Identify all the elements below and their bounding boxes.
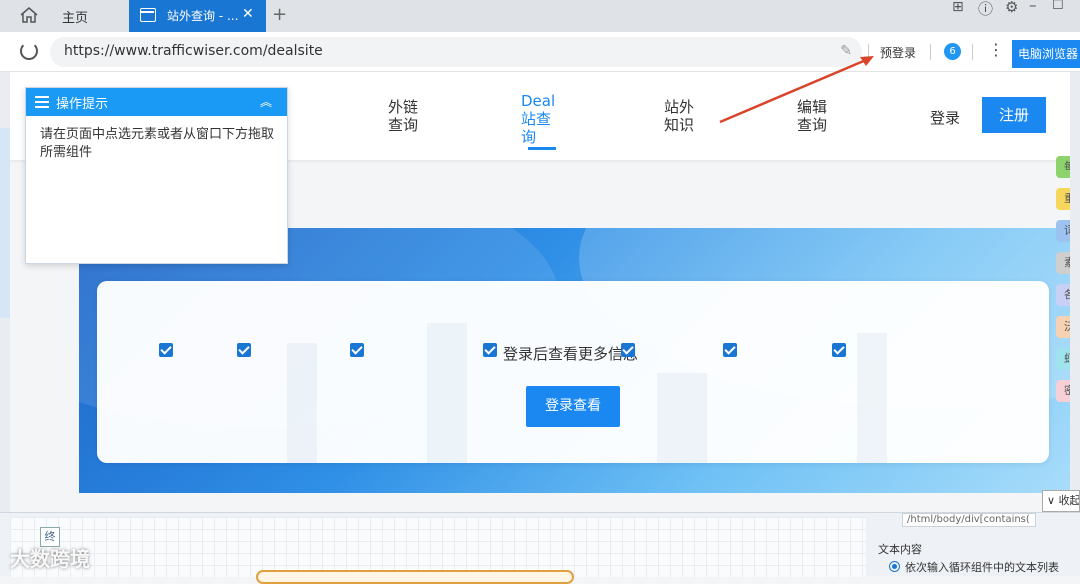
loop-text-radio[interactable] xyxy=(889,561,900,572)
city-silhouette xyxy=(427,323,467,463)
nav-line: 站查 xyxy=(521,110,552,128)
tip-panel-title: 操作提示 xyxy=(56,97,109,112)
browser-tab-bar: 主页 站外查询 - ... ✕ + ⊞ ⓘ ⚙ – ☐ xyxy=(0,0,1080,32)
left-panel-strip xyxy=(0,72,10,512)
nav-editor-query[interactable]: 编辑 查询 xyxy=(797,98,827,134)
city-silhouette xyxy=(657,373,707,463)
watermark-logo: 大数跨境 xyxy=(10,547,90,571)
edit-icon[interactable]: ✎ xyxy=(840,43,852,59)
list-icon xyxy=(35,96,49,108)
nav-line: 外链 xyxy=(388,98,419,116)
side-tag[interactable]: 素 xyxy=(1056,252,1070,274)
workflow-node[interactable] xyxy=(256,570,574,584)
right-panel-strip xyxy=(1070,72,1080,512)
checkbox[interactable] xyxy=(159,343,173,357)
side-tag[interactable]: 每日 xyxy=(1056,156,1070,178)
checkbox[interactable] xyxy=(483,343,497,357)
loop-text-radio-label: 依次输入循环组件中的文本列表 xyxy=(905,561,1059,574)
tip-panel-body: 请在页面中点选元素或者从窗口下方拖取所需组件 xyxy=(40,127,275,160)
nav-backlink-query[interactable]: 外链 查询 xyxy=(388,98,418,134)
tab-active-label: 站外查询 - ... xyxy=(167,9,239,23)
prelogin-button[interactable]: 预登录 xyxy=(880,44,916,61)
tip-panel-header: 操作提示 ︽ xyxy=(26,88,287,116)
minimize-icon[interactable]: – xyxy=(1029,0,1037,14)
side-tag[interactable]: 虾 xyxy=(1056,348,1070,370)
pc-browser-button[interactable]: 电脑浏览器 xyxy=(1012,40,1080,68)
side-tag[interactable]: 词 xyxy=(1056,220,1070,242)
operation-tip-panel: 操作提示 ︽ 请在页面中点选元素或者从窗口下方拖取所需组件 xyxy=(25,87,288,264)
collapse-up-icon[interactable]: ︽ xyxy=(260,93,272,110)
checkbox[interactable] xyxy=(723,343,737,357)
tab-home-label: 主页 xyxy=(62,11,89,26)
login-view-button[interactable]: 登录查看 xyxy=(526,386,620,427)
side-tag[interactable]: 重要 xyxy=(1056,188,1070,210)
city-silhouette xyxy=(287,343,317,463)
text-content-label: 文本内容 xyxy=(878,543,922,556)
nav-offsite-knowledge[interactable]: 站外 知识 xyxy=(664,98,694,134)
nav-line: 查询 xyxy=(388,116,419,134)
nav-active-underline xyxy=(528,147,556,150)
new-tab-icon[interactable]: + xyxy=(272,4,287,25)
url-input[interactable]: https://www.trafficwiser.com/dealsite ✎ xyxy=(50,37,862,67)
nav-line: 知识 xyxy=(664,116,695,134)
more-menu-icon[interactable]: ⋮ xyxy=(988,40,1004,59)
divider xyxy=(930,44,931,60)
login-prompt-card: 登录后查看更多信息 登录查看 xyxy=(97,281,1049,463)
url-text: https://www.trafficwiser.com/dealsite xyxy=(64,43,323,59)
checkbox[interactable] xyxy=(237,343,251,357)
nav-line: 站外 xyxy=(664,98,695,116)
checkbox[interactable] xyxy=(832,343,846,357)
reload-icon[interactable] xyxy=(20,42,38,60)
divider xyxy=(868,44,869,60)
nav-deal-query[interactable]: Deal 站查 询 xyxy=(521,92,555,146)
help-icon[interactable]: ⓘ xyxy=(978,0,993,19)
extension-icon[interactable]: 6 xyxy=(944,43,961,60)
register-button[interactable]: 注册 xyxy=(982,97,1046,133)
maximize-icon[interactable]: ☐ xyxy=(1052,0,1064,13)
left-panel-highlight xyxy=(0,128,10,318)
side-tag[interactable]: 沃 xyxy=(1056,316,1070,338)
nav-line: 编辑 xyxy=(797,98,828,116)
settings-icon[interactable]: ⚙ xyxy=(1005,0,1018,16)
checkbox[interactable] xyxy=(621,343,635,357)
window-icon xyxy=(140,8,156,22)
divider xyxy=(972,44,973,60)
city-silhouette xyxy=(857,333,887,463)
xpath-input[interactable]: /html/body/div[contains( xyxy=(902,513,1036,527)
nav-line: Deal xyxy=(521,92,556,110)
login-link[interactable]: 登录 xyxy=(930,107,960,128)
collapse-panel-button[interactable]: ∨ 收起 xyxy=(1042,490,1080,512)
side-tag[interactable]: 各 xyxy=(1056,284,1070,306)
gift-icon[interactable]: ⊞ xyxy=(952,0,964,15)
login-more-info-text: 登录后查看更多信息 xyxy=(503,345,639,363)
nav-line: 查询 xyxy=(797,116,828,134)
workflow-designer-area: 终 /html/body/div[contains( 文本内容 依次输入循环组件… xyxy=(0,512,1080,584)
collapse-label: 收起 xyxy=(1058,494,1080,507)
tab-close-icon[interactable]: ✕ xyxy=(242,6,254,22)
tab-home[interactable]: 主页 xyxy=(0,0,128,32)
home-icon xyxy=(20,7,38,23)
side-tag[interactable]: 密 xyxy=(1056,380,1070,402)
nav-line: 询 xyxy=(521,128,537,146)
checkbox[interactable] xyxy=(350,343,364,357)
workflow-canvas[interactable]: 终 xyxy=(10,517,866,584)
address-bar-row: https://www.trafficwiser.com/dealsite ✎ … xyxy=(0,32,1080,72)
